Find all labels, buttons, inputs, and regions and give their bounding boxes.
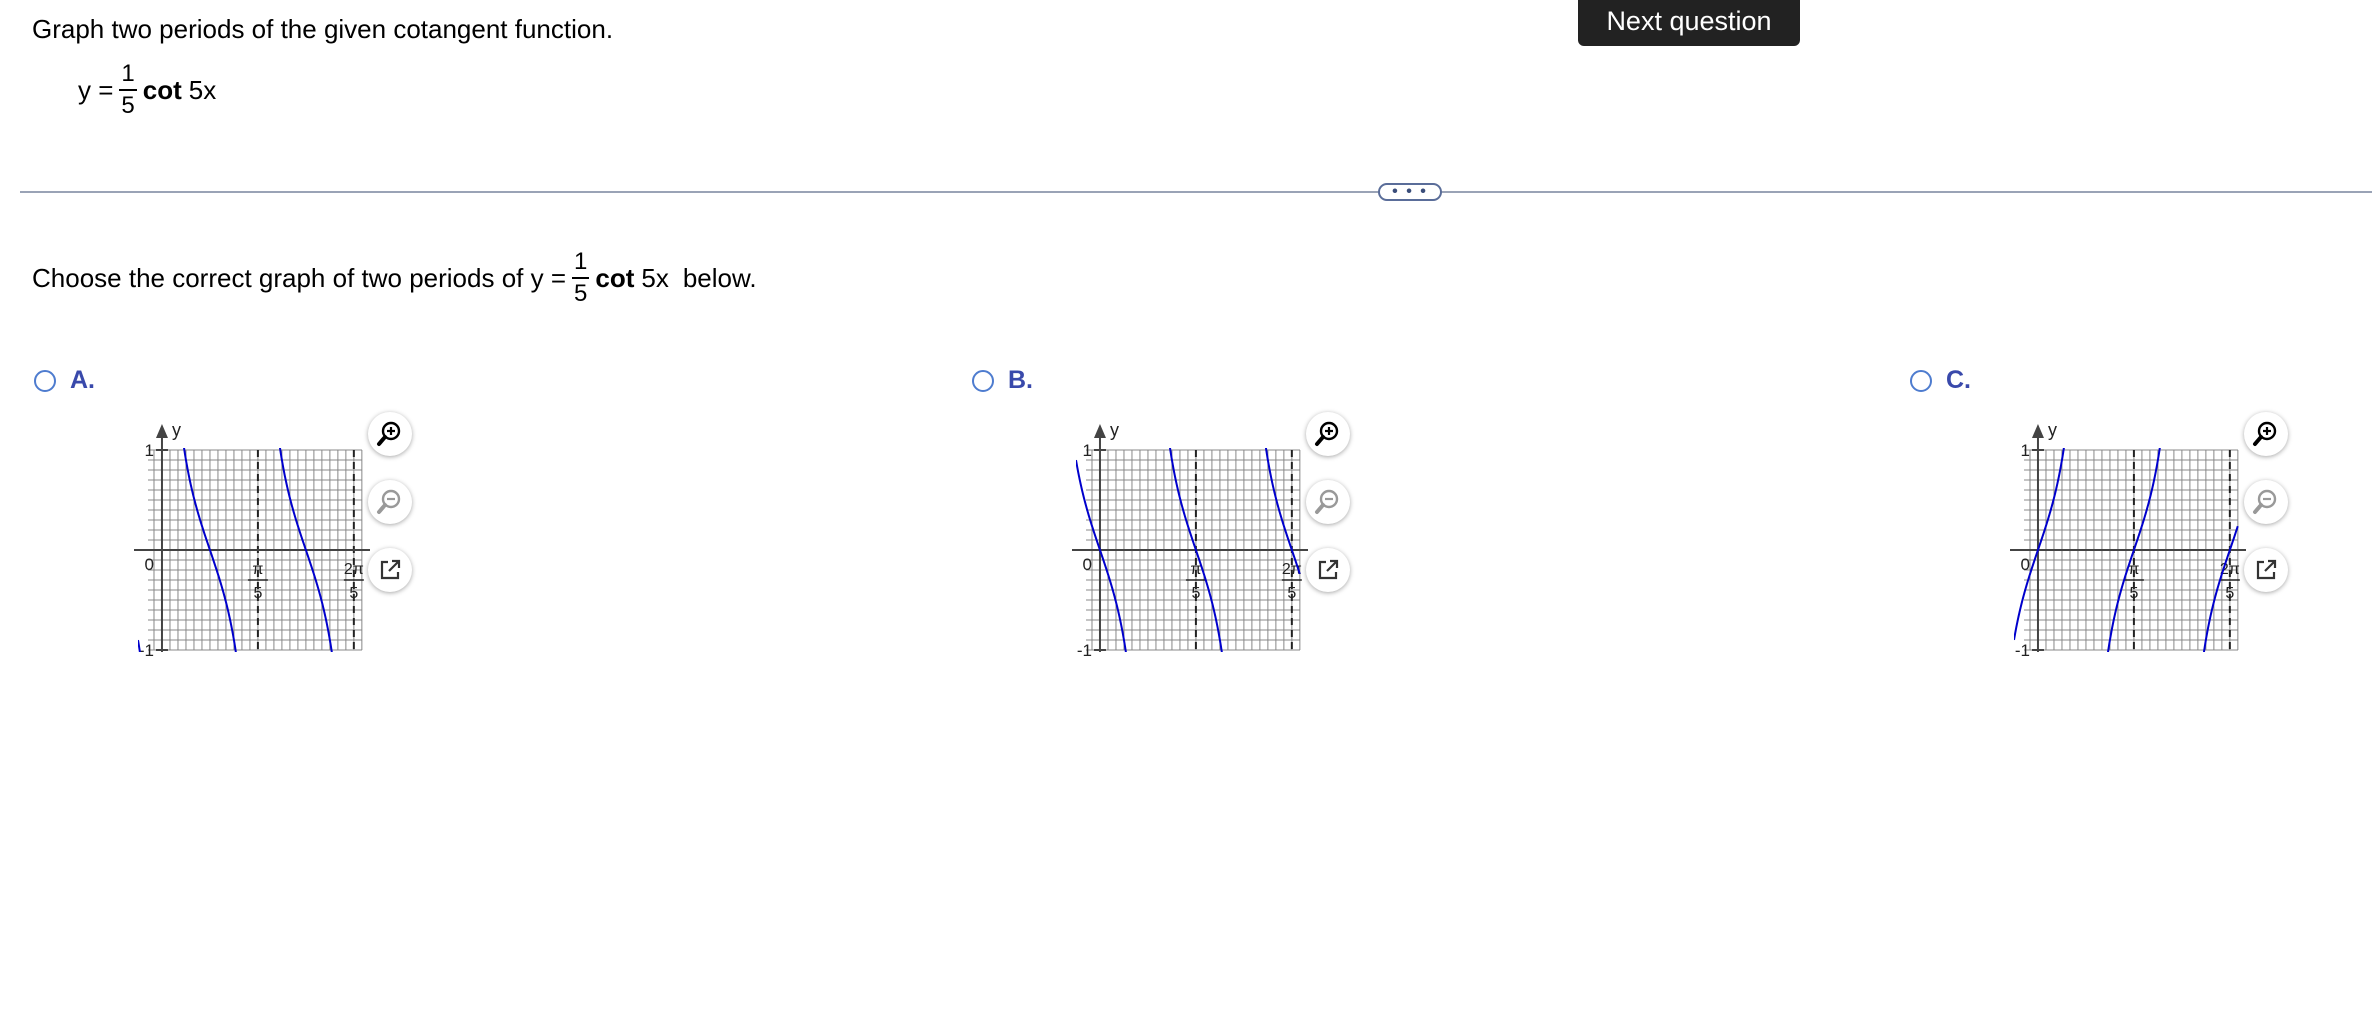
zoom-out-icon [377, 489, 401, 514]
graph-A: yx10-1π52π5 [134, 420, 370, 660]
popout-icon [380, 559, 401, 580]
y-tick-label: 0 [1083, 555, 1092, 574]
option-letter: A. [70, 366, 95, 394]
y-axis-label: y [172, 420, 181, 440]
popout-button[interactable] [2244, 548, 2288, 592]
y-tick-label: -1 [1077, 641, 1092, 660]
equation-lhs: y = [78, 74, 114, 105]
question-func: cot [595, 262, 635, 293]
option-header[interactable]: A. [34, 366, 95, 395]
zoom-in-icon [377, 421, 401, 446]
y-tick-label: 1 [2021, 441, 2030, 460]
option-radio[interactable] [34, 369, 56, 392]
x-tick-label-den: 5 [1287, 585, 1296, 602]
y-tick-label: 1 [145, 441, 154, 460]
question-before: Choose the correct graph of two periods … [32, 262, 567, 293]
popout-button[interactable] [1306, 548, 1350, 592]
y-tick-label: -1 [139, 641, 154, 660]
option-radio[interactable] [972, 369, 994, 392]
section-divider [20, 191, 2372, 193]
zoom-in-icon [1315, 421, 1339, 446]
question-fraction: 1 5 [572, 250, 590, 307]
zoom-in-button[interactable] [1306, 412, 1350, 456]
question-numerator: 1 [572, 250, 590, 279]
y-axis-label: y [2048, 420, 2057, 440]
popout-icon [1318, 559, 1339, 580]
y-tick-label: 1 [1083, 441, 1092, 460]
y-tick-label: 0 [145, 555, 154, 574]
zoom-out-icon [1315, 489, 1339, 514]
expand-more-button[interactable]: • • • [1378, 183, 1442, 201]
x-tick-label-den: 5 [1191, 585, 1200, 602]
zoom-out-button[interactable] [2244, 480, 2288, 524]
equation-denominator: 5 [121, 92, 135, 119]
question-arg: 5x [641, 262, 669, 293]
y-axis-arrow [155, 424, 168, 438]
equation-func: cot [142, 74, 182, 105]
option-letter: C. [1946, 366, 1971, 394]
y-axis-arrow [2031, 424, 2044, 438]
zoom-in-button[interactable] [368, 412, 412, 456]
question-denominator: 5 [574, 280, 588, 307]
y-axis-label: y [1110, 420, 1119, 440]
question-after: below. [682, 262, 757, 293]
next-question-button[interactable]: Next question [1578, 0, 1800, 46]
zoom-in-icon [2253, 421, 2277, 446]
x-tick-label-den: 5 [2129, 585, 2138, 602]
x-tick-label-num: 2π [344, 561, 364, 578]
zoom-out-icon [2253, 489, 2277, 514]
question-text: Choose the correct graph of two periods … [32, 250, 757, 306]
option-radio[interactable] [1910, 369, 1932, 392]
popout-button[interactable] [368, 548, 412, 592]
graph-C: yx10-1π52π5 [2010, 420, 2246, 660]
x-tick-label-den: 5 [349, 585, 358, 602]
given-equation: y = 1 5 cot 5x [78, 62, 216, 118]
graph-B: yx10-1π52π5 [1072, 420, 1308, 660]
x-tick-label-den: 5 [2225, 585, 2234, 602]
y-tick-label: 0 [2021, 555, 2030, 574]
equation-numerator: 1 [119, 62, 137, 91]
equation-fraction: 1 5 [119, 62, 137, 119]
option-header[interactable]: C. [1910, 366, 1971, 395]
y-tick-label: -1 [2015, 641, 2030, 660]
popout-icon [2256, 559, 2277, 580]
zoom-in-button[interactable] [2244, 412, 2288, 456]
prompt-text: Graph two periods of the given cotangent… [32, 14, 614, 44]
option-letter: B. [1008, 366, 1033, 394]
y-axis-arrow [1093, 424, 1106, 438]
equation-arg: 5x [188, 74, 217, 105]
zoom-out-button[interactable] [1306, 480, 1350, 524]
option-header[interactable]: B. [972, 366, 1033, 395]
zoom-out-button[interactable] [368, 480, 412, 524]
x-tick-label-num: π [252, 561, 263, 578]
x-tick-label-den: 5 [253, 585, 262, 602]
